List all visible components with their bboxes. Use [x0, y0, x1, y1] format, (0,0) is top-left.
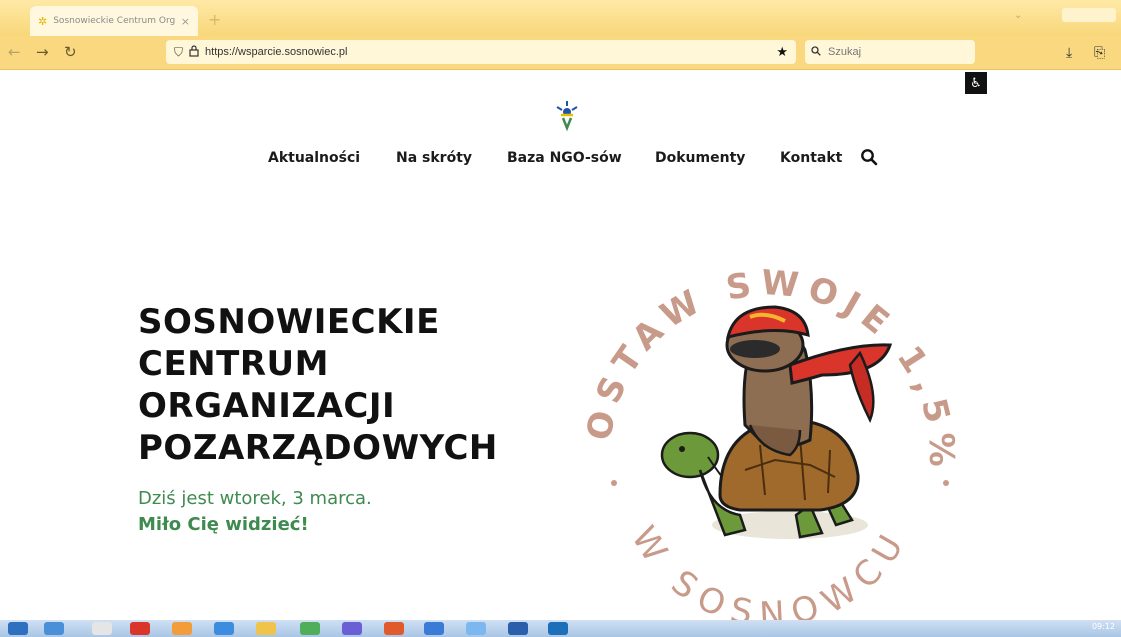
browser-search-input[interactable] [826, 45, 960, 59]
taskbar-app-edge[interactable] [44, 622, 64, 635]
badge-dot-right [943, 480, 949, 486]
chevron-down-icon[interactable]: ⌄ [1014, 10, 1022, 21]
browser-tab-bar: ✲ Sosnowieckie Centrum Organiz × + ⌄ [0, 0, 1121, 36]
taskbar-app-chrome[interactable] [214, 622, 234, 635]
window-controls[interactable] [1062, 8, 1116, 22]
address-bar[interactable]: ⛉ https://wsparcie.sosnowiec.pl ★ [166, 40, 796, 64]
hero-title: SOSNOWIECKIE CENTRUM ORGANIZACJI POZARZĄ… [138, 302, 498, 468]
taskbar-app-word[interactable] [508, 622, 528, 635]
tab-title: Sosnowieckie Centrum Organiz [53, 16, 175, 26]
nav-item-dokumenty[interactable]: Dokumenty [655, 150, 745, 166]
taskbar-app-files[interactable] [92, 622, 112, 635]
bookmark-star-icon[interactable]: ★ [776, 45, 788, 60]
download-icon[interactable]: ⤓ [1066, 45, 1072, 61]
nav-item-kontakt[interactable]: Kontakt [780, 150, 842, 166]
url-text[interactable]: https://wsparcie.sosnowiec.pl [205, 46, 776, 58]
badge-dot-left [611, 480, 617, 486]
back-arrow-icon[interactable]: ← [8, 43, 21, 61]
site-logo[interactable] [552, 98, 582, 132]
search-icon[interactable] [860, 148, 878, 170]
browser-search-box[interactable] [805, 40, 975, 64]
taskbar-app-outlook[interactable] [548, 622, 568, 635]
nav-item-baza-ngo[interactable]: Baza NGO-sów [507, 150, 622, 166]
taskbar-app-store[interactable] [300, 622, 320, 635]
date-line: Dziś jest wtorek, 3 marca. [138, 488, 372, 509]
shield-icon[interactable]: ⛉ [174, 45, 183, 60]
main-navigation: Aktualności Na skróty Baza NGO-sów Dokum… [0, 148, 1121, 170]
nav-item-na-skroty[interactable]: Na skróty [396, 150, 472, 166]
taskbar-app-paint[interactable] [466, 622, 486, 635]
new-tab-button[interactable]: + [208, 10, 221, 29]
taskbar-app-office[interactable] [130, 622, 150, 635]
browser-toolbar: ← → ↻ ⛉ https://wsparcie.sosnowiec.pl ★ … [0, 36, 1121, 70]
taskbar-app-folder[interactable] [256, 622, 276, 635]
browser-tab[interactable]: ✲ Sosnowieckie Centrum Organiz × [30, 6, 198, 36]
start-button[interactable] [8, 622, 28, 635]
taskbar-app-opera[interactable] [384, 622, 404, 635]
taskbar-clock[interactable]: 09:12 [1092, 622, 1115, 631]
tab-close-icon[interactable]: × [181, 15, 190, 28]
extensions-icon[interactable]: ⎘ [1094, 45, 1105, 61]
forward-arrow-icon[interactable]: → [36, 43, 49, 61]
accessibility-icon[interactable]: ♿ [965, 72, 987, 94]
reload-icon[interactable]: ↻ [64, 43, 77, 61]
greeting: Miło Cię widzieć! [138, 514, 309, 535]
lock-icon[interactable] [189, 44, 199, 60]
taskbar-app-notes[interactable] [424, 622, 444, 635]
taskbar-app-teams[interactable] [342, 622, 362, 635]
turtle-illustration [660, 305, 893, 539]
tab-favicon-icon: ✲ [38, 14, 48, 28]
campaign-badge[interactable]: ZOSTAW SWOJE 1,5% W SOSNOWCU [560, 225, 980, 620]
os-taskbar: 09:12 [0, 620, 1121, 637]
search-icon [811, 45, 821, 59]
nav-item-aktualnosci[interactable]: Aktualności [268, 150, 360, 166]
taskbar-app-firefox[interactable] [172, 622, 192, 635]
